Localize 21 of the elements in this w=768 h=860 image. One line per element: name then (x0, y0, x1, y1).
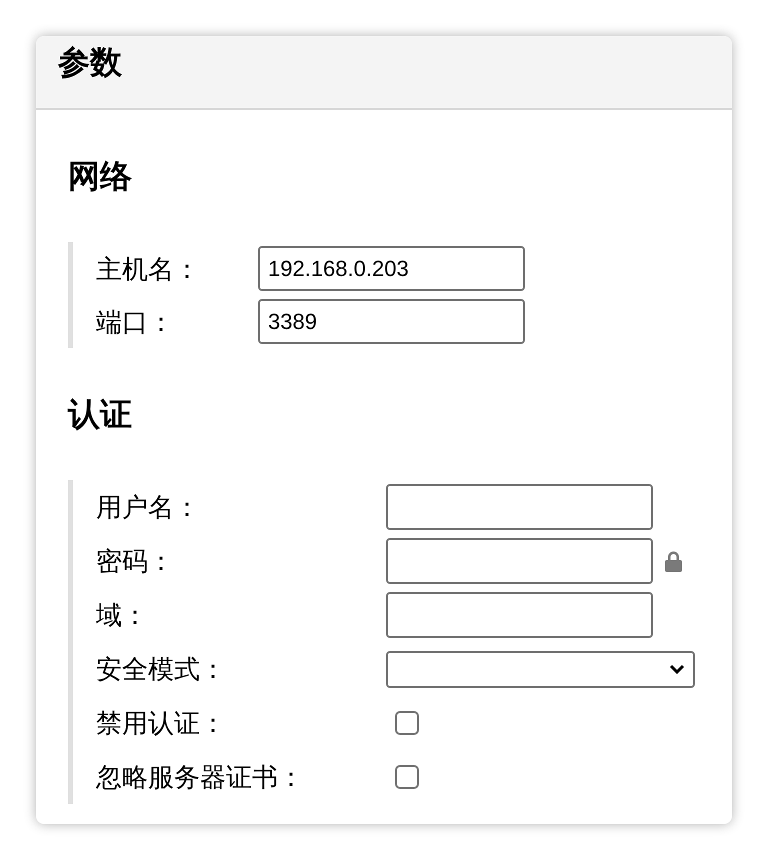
input-field[interactable] (386, 484, 653, 530)
field-label: 主机名： (96, 256, 200, 282)
panel-title: 参数 (58, 44, 122, 80)
chevron-down-icon (669, 664, 685, 674)
checkbox[interactable] (395, 765, 419, 789)
field-label: 端口： (96, 308, 174, 334)
input-field[interactable]: 192.168.0.203 (258, 246, 525, 291)
checkbox[interactable] (395, 711, 419, 735)
field-label: 禁用认证： (96, 710, 226, 736)
lock-icon (664, 550, 683, 572)
section-heading: 网络 (68, 160, 132, 192)
field-label: 密码： (96, 548, 174, 574)
input-field[interactable] (386, 592, 653, 638)
field-label: 用户名： (96, 494, 200, 520)
field-label: 安全模式： (96, 656, 226, 682)
password-field[interactable] (386, 538, 653, 584)
field-label: 忽略服务器证书： (96, 764, 304, 790)
input-field[interactable]: 3389 (258, 299, 525, 344)
section-heading: 认证 (68, 398, 132, 430)
field-label: 域： (96, 602, 148, 628)
select-field[interactable] (386, 650, 695, 688)
